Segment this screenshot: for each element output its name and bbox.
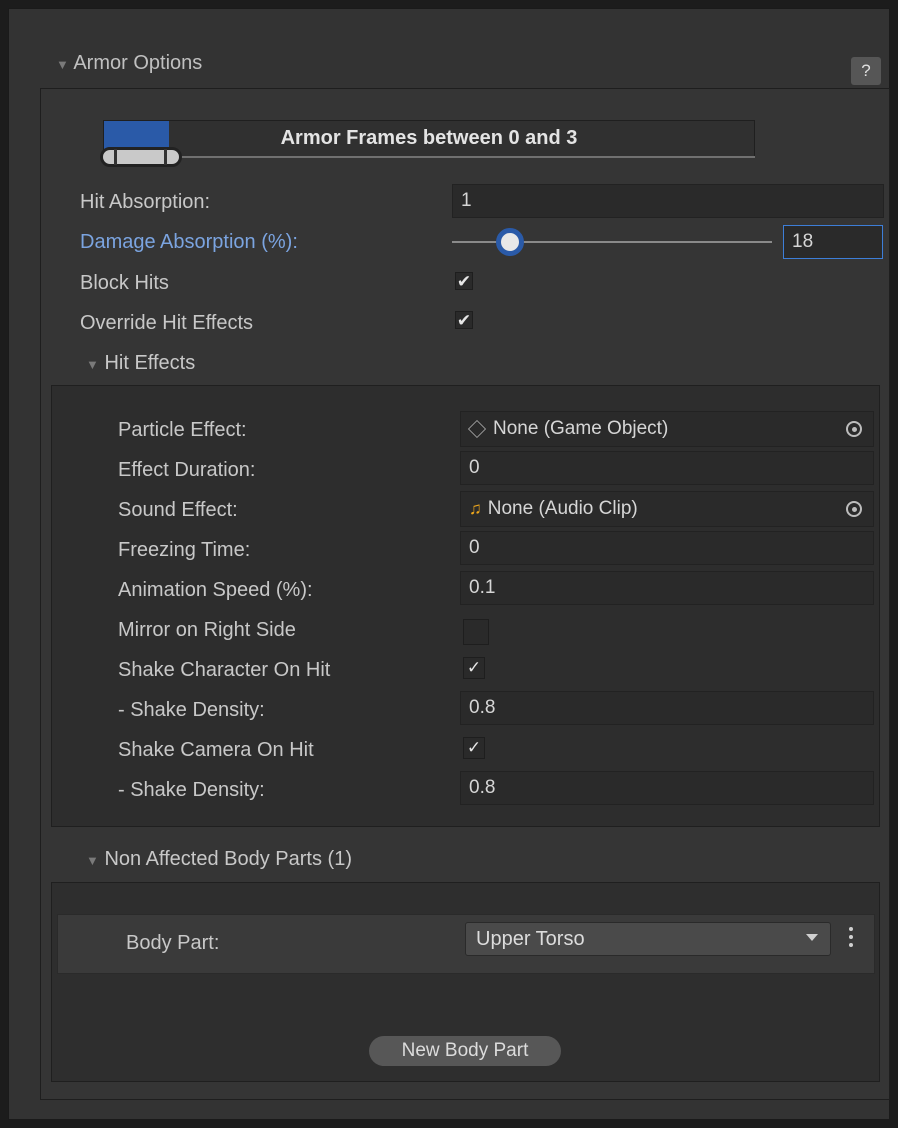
game-object-cube-icon — [467, 419, 487, 439]
new-body-part-button[interactable]: New Body Part — [369, 1036, 561, 1066]
shake-camera-on-hit-checkbox[interactable]: ✓ — [463, 737, 485, 759]
effect-duration-label: Effect Duration: — [118, 459, 256, 481]
animation-speed-label: Animation Speed (%): — [118, 579, 313, 601]
object-picker-icon[interactable] — [846, 501, 862, 517]
body-part-dropdown[interactable]: Upper Torso — [465, 922, 831, 956]
armor-frames-label: Armor Frames between 0 and 3 — [280, 127, 578, 149]
shake-density-field[interactable]: 0.8 — [460, 691, 874, 725]
hit-absorption-field[interactable]: 1 — [452, 184, 884, 218]
mirror-on-right-side-label: Mirror on Right Side — [118, 619, 296, 641]
shake-density-label: - Shake Density: — [118, 779, 265, 801]
shake-character-on-hit-checkbox[interactable]: ✓ — [463, 657, 485, 679]
armor-options-foldout[interactable]: ▼ Armor Options — [56, 52, 202, 75]
range-handle-grip — [114, 149, 117, 165]
hit-effects-foldout[interactable]: ▼ Hit Effects — [86, 352, 195, 375]
non-affected-body-parts-title: Non Affected Body Parts (1) — [104, 848, 352, 870]
damage-absorption-label: Damage Absorption (%): — [80, 231, 298, 253]
armor-options-title: Armor Options — [73, 52, 203, 74]
effect-duration-field[interactable]: 0 — [460, 451, 874, 485]
particle-effect-value: None (Game Object) — [493, 418, 669, 439]
hit-absorption-label: Hit Absorption: — [80, 191, 211, 213]
override-hit-effects-checkbox[interactable]: ✔ — [455, 311, 473, 329]
audio-clip-icon: ♫ — [469, 499, 482, 518]
armor-frames-bar: Armor Frames between 0 and 3 — [103, 120, 755, 157]
shake-density-label: - Shake Density: — [118, 699, 265, 721]
mirror-on-right-side-checkbox[interactable] — [463, 619, 489, 645]
particle-effect-label: Particle Effect: — [118, 419, 247, 441]
block-hits-checkbox[interactable]: ✔ — [455, 272, 473, 290]
foldout-arrow-icon: ▼ — [56, 57, 69, 72]
block-hits-label: Block Hits — [80, 272, 169, 294]
kebab-menu-icon[interactable] — [846, 925, 856, 951]
shake-density-field[interactable]: 0.8 — [460, 771, 874, 805]
chevron-down-icon — [806, 934, 818, 941]
freezing-time-label: Freezing Time: — [118, 539, 251, 561]
hit-effects-title: Hit Effects — [104, 352, 196, 374]
foldout-arrow-icon: ▼ — [86, 357, 99, 372]
sound-effect-object-field[interactable]: ♫ None (Audio Clip) — [460, 491, 874, 527]
armor-frames-range-handle[interactable] — [100, 147, 182, 167]
freezing-time-field[interactable]: 0 — [460, 531, 874, 565]
override-hit-effects-label: Override Hit Effects — [80, 312, 254, 334]
shake-character-on-hit-label: Shake Character On Hit — [118, 659, 331, 681]
body-part-label: Body Part: — [126, 932, 220, 954]
damage-absorption-slider-thumb[interactable] — [495, 228, 524, 256]
damage-absorption-field[interactable]: 18 — [783, 225, 883, 259]
range-handle-grip-right — [164, 149, 167, 165]
animation-speed-field[interactable]: 0.1 — [460, 571, 874, 605]
sound-effect-label: Sound Effect: — [118, 499, 238, 521]
help-button[interactable]: ? — [851, 57, 881, 85]
non-affected-body-parts-foldout[interactable]: ▼ Non Affected Body Parts (1) — [86, 848, 352, 871]
body-part-value: Upper Torso — [476, 927, 585, 950]
shake-camera-on-hit-label: Shake Camera On Hit — [118, 739, 314, 761]
object-picker-icon[interactable] — [846, 421, 862, 437]
foldout-arrow-icon: ▼ — [86, 853, 99, 868]
armor-frames-track — [180, 156, 755, 158]
particle-effect-object-field[interactable]: None (Game Object) — [460, 411, 874, 447]
sound-effect-value: None (Audio Clip) — [487, 498, 638, 519]
